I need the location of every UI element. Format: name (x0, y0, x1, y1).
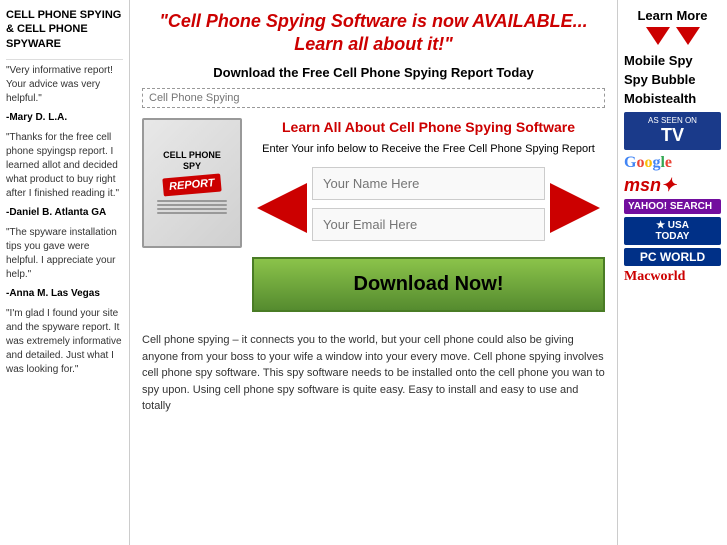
arrow-form-row (252, 167, 605, 249)
signup-sub: Enter Your info below to Receive the Fre… (252, 142, 605, 157)
testimonial-3-text: "The spyware installation tips you gave … (6, 226, 123, 282)
testimonial-1-text: "Very informative report! Your advice wa… (6, 64, 123, 106)
testimonial-1-author: -Mary D. L.A. (6, 112, 123, 123)
mobile-spy-link[interactable]: Mobile Spy (624, 53, 721, 70)
book-image: CELL PHONESPY REPORT (142, 118, 242, 248)
main-content: "Cell Phone Spying Software is now AVAIL… (130, 0, 617, 545)
left-sidebar: Cell Phone Spying & Cell Phone Spyware "… (0, 0, 130, 545)
name-input[interactable] (312, 167, 545, 200)
down-arrow-2 (676, 27, 700, 45)
as-seen-text: AS SEEN ON (630, 116, 715, 125)
search-input[interactable] (142, 88, 605, 108)
testimonial-4-text: "I'm glad I found your site and the spyw… (6, 307, 123, 377)
learn-more-title: Learn More (624, 8, 721, 23)
usa-today-badge: ★ USATODAY (624, 217, 721, 245)
down-arrows (624, 27, 721, 45)
book-lines (157, 200, 227, 216)
down-arrow-1 (646, 27, 670, 45)
testimonial-3-author: -Anna M. Las Vegas (6, 288, 123, 299)
spy-bubble-link[interactable]: Spy Bubble (624, 72, 721, 89)
yahoo-badge: YAHOO! SEARCH (624, 199, 721, 214)
form-fields (312, 167, 545, 249)
tv-text: TV (630, 125, 715, 146)
google-g: G (624, 154, 636, 171)
body-text: Cell phone spying – it connects you to t… (142, 332, 605, 415)
macworld-badge: Macworld (624, 269, 721, 285)
mobistealth-link[interactable]: Mobistealth (624, 91, 721, 108)
google-badge: Google (624, 154, 721, 172)
download-button[interactable]: Download Now! (252, 257, 605, 312)
left-arrow (252, 183, 312, 233)
left-arrow-shape (257, 183, 307, 233)
main-headline: "Cell Phone Spying Software is now AVAIL… (142, 10, 605, 57)
email-input[interactable] (312, 208, 545, 241)
testimonial-2-author: -Daniel B. Atlanta GA (6, 207, 123, 218)
book-title: CELL PHONESPY (163, 150, 221, 172)
as-seen-on-tv-badge: AS SEEN ON TV (624, 112, 721, 150)
right-arrow-shape (550, 183, 600, 233)
pc-world-badge: PC WORLD (624, 248, 721, 266)
main-subheadline: Download the Free Cell Phone Spying Repo… (142, 65, 605, 80)
right-sidebar: Learn More Mobile Spy Spy Bubble Mobiste… (617, 0, 727, 545)
signup-headline: Learn All About Cell Phone Spying Softwa… (252, 118, 605, 136)
signup-section: Learn All About Cell Phone Spying Softwa… (252, 118, 605, 323)
msn-badge: msn✦ (624, 175, 721, 196)
right-arrow (545, 183, 605, 233)
book-badge: REPORT (162, 173, 221, 196)
google-e: e (665, 154, 672, 171)
content-row: CELL PHONESPY REPORT Learn All About Cel… (142, 118, 605, 323)
site-title: Cell Phone Spying & Cell Phone Spyware (6, 8, 123, 51)
testimonial-2-text: "Thanks for the free cell phone spyingsp… (6, 131, 123, 201)
